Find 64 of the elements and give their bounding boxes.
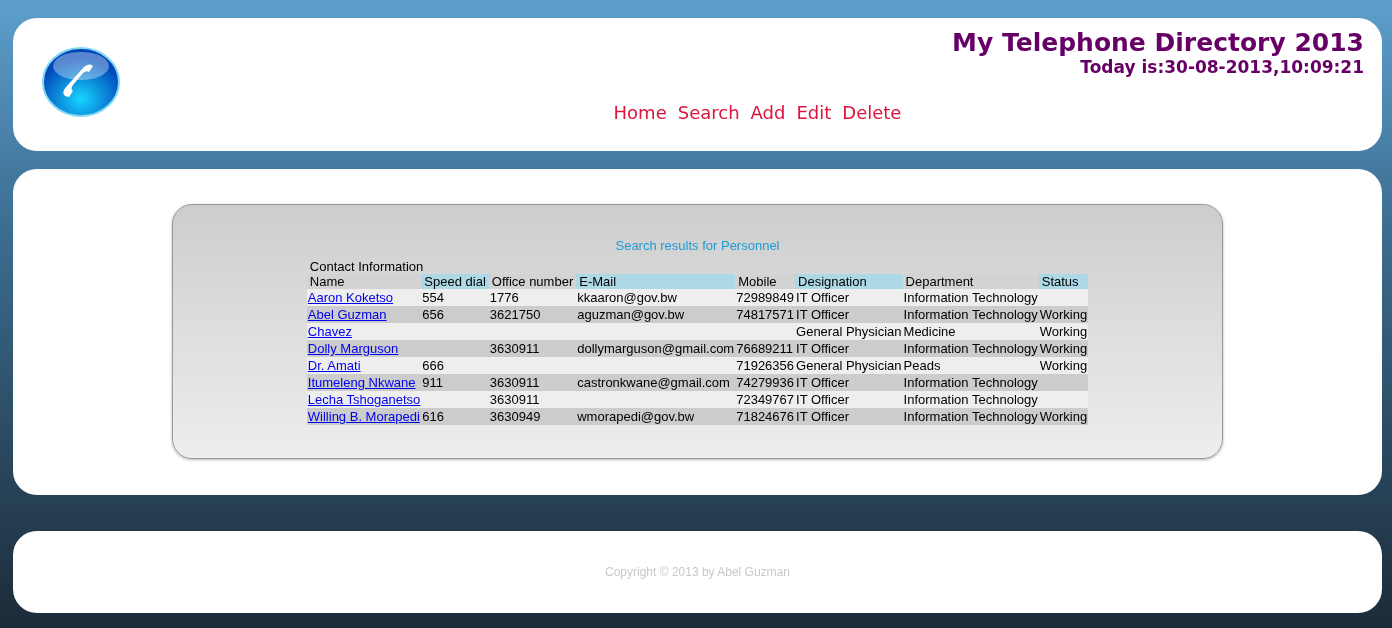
table-cell: IT Officer [796, 307, 850, 322]
nav-link[interactable]: Edit [796, 102, 832, 123]
nav-link[interactable]: Search [677, 102, 740, 123]
table-cell: IT Officer [796, 409, 850, 424]
table-cell: 3630911 [489, 375, 540, 390]
column-header: Department [902, 274, 1039, 289]
table-caption: Contact Information [308, 259, 425, 274]
table-cell: aguzman@gov.bw [577, 307, 685, 322]
table-cell: 1776 [489, 290, 519, 305]
nav-link[interactable]: Home [613, 102, 667, 123]
column-header: E-Mail [576, 274, 736, 289]
table-cell: 74817571 [736, 307, 795, 322]
table-cell: 3621750 [489, 307, 541, 322]
table-cell: Working [1039, 341, 1088, 356]
table-cell: General Physician [796, 358, 902, 373]
column-header: Mobile [735, 274, 796, 289]
date-line: Today is:30-08-2013,10:09:21 [1079, 57, 1364, 77]
table-cell: Working [1039, 358, 1088, 373]
table-cell: 71926356 [736, 358, 795, 373]
site-title: My Telephone Directory 2013 [952, 28, 1364, 57]
contact-link[interactable]: Willing B. Morapedi [307, 409, 420, 424]
phone-icon [41, 46, 121, 118]
table-cell: 616 [422, 409, 445, 424]
nav-link[interactable]: Delete [842, 102, 902, 123]
contact-link[interactable]: Lecha Tshoganetso [307, 392, 421, 407]
table-cell: 3630949 [489, 409, 541, 424]
table-cell: IT Officer [796, 392, 850, 407]
table-cell: IT Officer [796, 290, 850, 305]
column-header: Name [306, 274, 422, 289]
table-cell: dollymarguson@gmail.com [577, 341, 735, 356]
table-cell: Information Technology [903, 307, 1038, 322]
table-cell: Information Technology [903, 341, 1038, 356]
table-cell: 911 [422, 375, 444, 390]
column-header: Status [1038, 274, 1089, 289]
table-cell: kkaaron@gov.bw [577, 290, 677, 305]
table-cell: Information Technology [903, 409, 1038, 424]
table-cell: General Physician [796, 324, 902, 339]
table-cell: Working [1039, 324, 1088, 339]
table-cell: 3630911 [489, 392, 540, 407]
column-header: Designation [795, 274, 903, 289]
table-cell: IT Officer [796, 375, 850, 390]
column-header: Speed dial [421, 274, 489, 289]
table-cell: wmorapedi@gov.bw [577, 409, 695, 424]
table-cell: castronkwane@gmail.com [577, 375, 730, 390]
table-cell: IT Officer [796, 341, 850, 356]
table-cell: Peads [903, 358, 941, 373]
table-cell: Working [1039, 409, 1088, 424]
results-heading: Search results for Personnel [615, 238, 780, 253]
table-cell: Working [1039, 307, 1088, 322]
table-cell: Information Technology [903, 392, 1038, 407]
table-cell: 72349767 [736, 392, 795, 407]
table-cell: 71824676 [736, 409, 795, 424]
table-cell: 554 [422, 290, 445, 305]
column-header: Office number [488, 274, 577, 289]
nav-link[interactable]: Add [750, 102, 786, 123]
table-cell: 72989849 [736, 290, 795, 305]
table-cell: 3630911 [489, 341, 540, 356]
table-cell: 656 [422, 307, 445, 322]
table-cell: 74279936 [736, 375, 795, 390]
table-cell: 76689211 [736, 341, 794, 356]
table-cell: 666 [422, 358, 445, 373]
table-cell: Information Technology [903, 375, 1038, 390]
table-cell: Medicine [903, 324, 956, 339]
table-cell: Information Technology [903, 290, 1038, 305]
